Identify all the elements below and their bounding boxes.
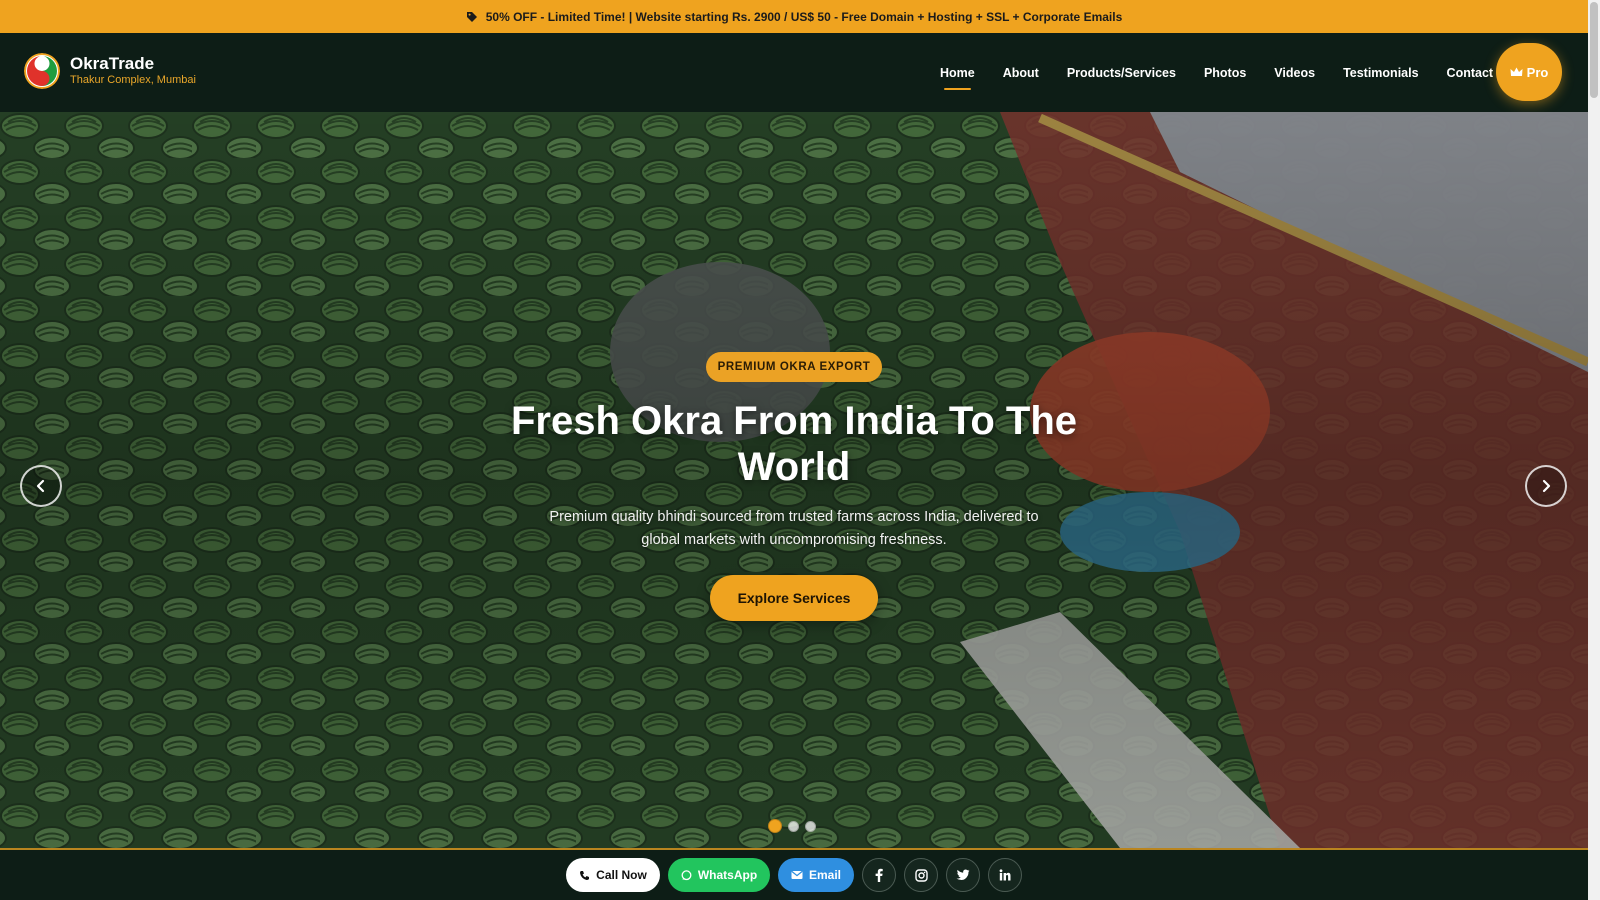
slider-dot-1[interactable]: [768, 819, 782, 833]
slider-dot-2[interactable]: [788, 820, 799, 832]
phone-icon: [580, 870, 590, 880]
slider-dots: [768, 819, 816, 833]
slider-next-button[interactable]: [1525, 465, 1567, 507]
slider-dot-3[interactable]: [805, 820, 816, 832]
brand-location: Thakur Complex, Mumbai: [70, 74, 196, 86]
pro-label: Pro: [1526, 64, 1549, 80]
envelope-icon: [791, 870, 803, 879]
brand-name: OkraTrade: [70, 54, 155, 73]
scrollbar-thumb[interactable]: [1590, 2, 1598, 98]
email-label: Email: [808, 868, 841, 882]
page-scrollbar[interactable]: [1588, 0, 1600, 900]
nav-contact[interactable]: Contact: [1447, 66, 1494, 80]
twitter-link[interactable]: [946, 858, 980, 892]
hero-content: PREMIUM OKRA EXPORT Fresh Okra From Indi…: [0, 112, 1588, 848]
hero-slider: PREMIUM OKRA EXPORT Fresh Okra From Indi…: [0, 112, 1588, 848]
instagram-link[interactable]: [904, 858, 938, 892]
nav-products-services[interactable]: Products/Services: [1067, 66, 1176, 80]
hero-title: Fresh Okra From India To The World: [510, 399, 1077, 489]
hero-subtitle: Premium quality bhindi sourced from trus…: [549, 509, 1039, 548]
nav-photos[interactable]: Photos: [1204, 66, 1246, 80]
promo-text: 50% OFF - Limited Time! | Website starti…: [485, 9, 1123, 24]
chevron-left-icon: [36, 479, 45, 493]
linkedin-link[interactable]: [988, 858, 1022, 892]
nav-testimonials[interactable]: Testimonials: [1343, 66, 1418, 80]
slider-prev-button[interactable]: [20, 465, 62, 507]
call-now-label: Call Now: [596, 868, 647, 882]
explore-services-button[interactable]: Explore Services: [710, 575, 878, 621]
whatsapp-label: WhatsApp: [697, 868, 758, 882]
nav-videos[interactable]: Videos: [1274, 66, 1315, 80]
brand[interactable]: OkraTrade Thakur Complex, Mumbai: [24, 53, 196, 89]
call-now-button[interactable]: Call Now: [566, 858, 660, 892]
pro-button[interactable]: Pro: [1496, 43, 1562, 101]
contact-bar: Call Now WhatsApp Email: [0, 848, 1588, 900]
whatsapp-icon: [681, 869, 692, 880]
nav-home[interactable]: Home: [940, 66, 975, 90]
tag-icon: [466, 11, 477, 22]
chevron-right-icon: [1542, 479, 1551, 493]
whatsapp-button[interactable]: WhatsApp: [668, 858, 770, 892]
nav-about[interactable]: About: [1003, 66, 1039, 80]
facebook-icon: [875, 868, 883, 882]
logo-icon: [24, 53, 60, 89]
promo-banner: 50% OFF - Limited Time! | Website starti…: [0, 0, 1588, 33]
crown-icon: [1510, 67, 1523, 76]
email-button[interactable]: Email: [778, 858, 854, 892]
facebook-link[interactable]: [862, 858, 896, 892]
twitter-icon: [956, 869, 970, 881]
navbar: OkraTrade Thakur Complex, Mumbai Home Ab…: [0, 33, 1588, 112]
linkedin-icon: [999, 869, 1011, 881]
instagram-icon: [914, 868, 928, 882]
main-nav: Home About Products/Services Photos Vide…: [940, 33, 1521, 112]
hero-badge: PREMIUM OKRA EXPORT: [706, 352, 882, 382]
